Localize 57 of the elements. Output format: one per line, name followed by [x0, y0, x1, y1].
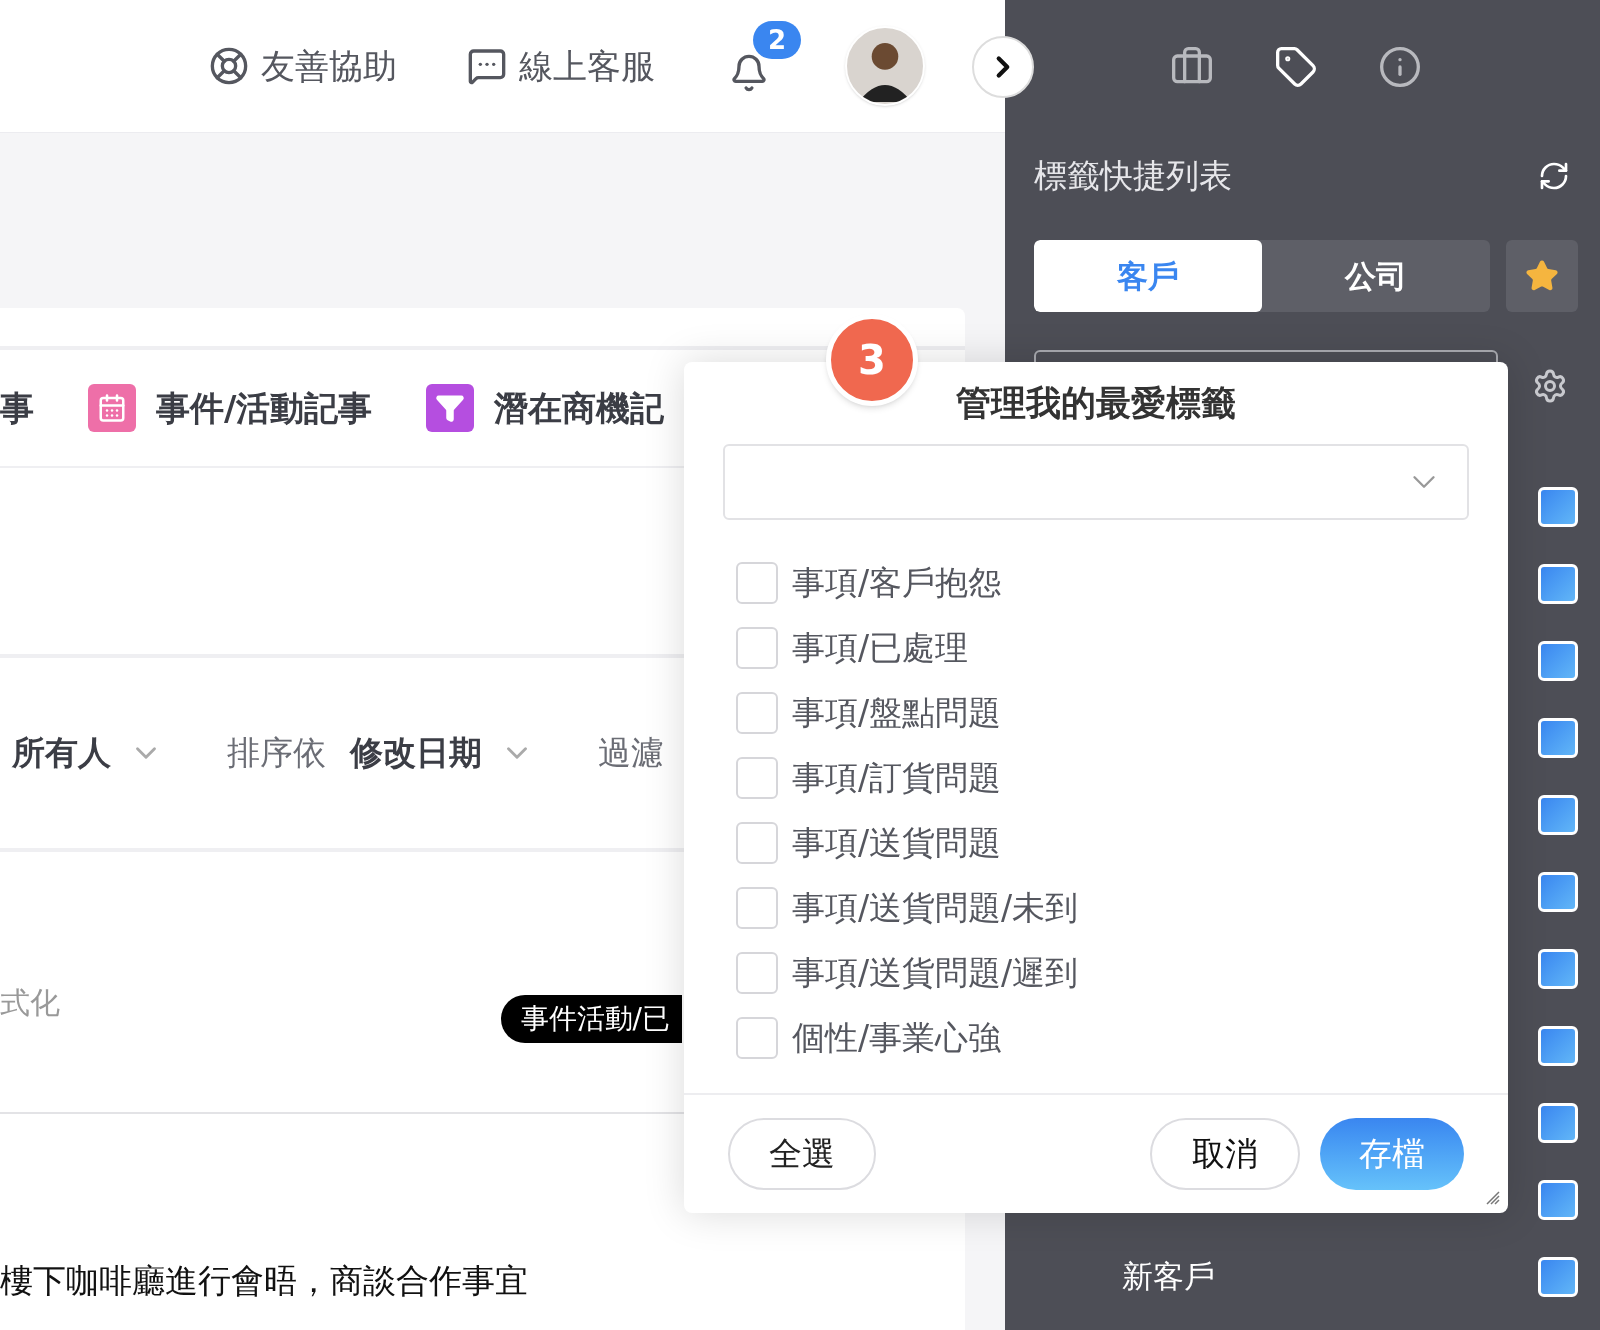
tag-option-checkbox[interactable]: [736, 821, 778, 864]
tag-option-label: 事項/送貨問題/未到: [792, 886, 1079, 929]
tag-checkbox[interactable]: [1538, 640, 1578, 681]
dialog-title: 管理我的最愛標籤: [956, 381, 1236, 425]
chat-icon: [467, 46, 507, 86]
favorites-button[interactable]: [1506, 240, 1578, 312]
record-note: 式化: [0, 983, 60, 1022]
tag-option-checkbox[interactable]: [736, 886, 778, 929]
sidebar-tag-label[interactable]: 新客戶: [1122, 1253, 1215, 1300]
lifebuoy-icon: [209, 46, 249, 86]
info-icon[interactable]: [1378, 44, 1422, 89]
filter-label: 排序依: [227, 732, 326, 775]
record-type-tab[interactable]: 事: [0, 382, 34, 434]
filter-label: 過濾: [598, 732, 664, 775]
tag-option-label: 事項/盤點問題: [792, 691, 1002, 734]
sidebar-title: 標籤快捷列表: [1034, 154, 1232, 197]
sidebar-tab[interactable]: 客戶: [1034, 240, 1262, 312]
tag-checkbox[interactable]: [1538, 563, 1578, 604]
tag-option-label: 個性/事業心強: [792, 1016, 1002, 1059]
resize-grip-icon: [1484, 1189, 1500, 1205]
settings-icon[interactable]: [1532, 368, 1568, 404]
cancel-button[interactable]: 取消: [1150, 1118, 1300, 1190]
tag-icon[interactable]: [1274, 44, 1318, 89]
tag-checkbox[interactable]: [1538, 717, 1578, 758]
tag-checkbox[interactable]: [1538, 486, 1578, 527]
tag-checkbox[interactable]: [1538, 1025, 1578, 1066]
tag-checkbox[interactable]: [1538, 948, 1578, 989]
tag-option-checkbox[interactable]: [736, 951, 778, 994]
tag-option-label: 事項/送貨問題/遲到: [792, 951, 1079, 994]
star-icon: [1525, 259, 1559, 293]
select-all-button[interactable]: 全選: [728, 1118, 876, 1190]
sidebar-tab[interactable]: 公司: [1262, 240, 1490, 312]
tag-option-checkbox[interactable]: [736, 626, 778, 669]
tag-checkbox[interactable]: [1538, 871, 1578, 912]
notification-button[interactable]: 2: [725, 21, 801, 97]
tag-option-label: 事項/送貨問題: [792, 821, 1002, 864]
record-type-tab[interactable]: 潛在商機記: [494, 382, 665, 434]
sort-dropdown[interactable]: 所有人: [12, 728, 163, 778]
header-link[interactable]: 友善協助: [209, 40, 397, 92]
tag-option-checkbox[interactable]: [736, 1016, 778, 1059]
record-type-tab[interactable]: 事件/活動記事: [156, 382, 373, 434]
tag-option-label: 事項/客戶抱怨: [792, 561, 1002, 604]
header-link[interactable]: 線上客服: [467, 40, 655, 92]
tag-option-checkbox[interactable]: [736, 691, 778, 734]
sort-dropdown[interactable]: 修改日期: [350, 728, 534, 778]
tag-checkbox[interactable]: [1538, 1256, 1578, 1297]
bell-icon: [729, 53, 769, 93]
tag-option-label: 事項/已處理: [792, 626, 969, 669]
record-tag: 事件活動/已: [500, 995, 682, 1043]
tag-option-checkbox[interactable]: [736, 756, 778, 799]
record-title: 樓下咖啡廳進行會晤，商談合作事宜: [0, 1259, 528, 1302]
notification-count: 2: [753, 21, 801, 59]
tag-checkbox[interactable]: [1538, 794, 1578, 835]
tag-option-checkbox[interactable]: [736, 561, 778, 604]
tag-option-label: 事項/訂貨問題: [792, 756, 1002, 799]
tag-checkbox[interactable]: [1538, 1102, 1578, 1143]
tag-checkbox[interactable]: [1538, 1179, 1578, 1220]
